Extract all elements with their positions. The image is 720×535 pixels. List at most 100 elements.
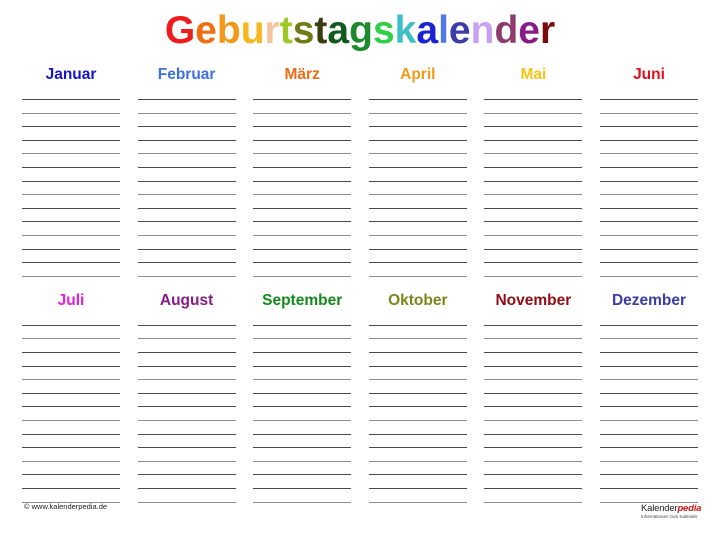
birthday-entry-line[interactable]: [600, 180, 698, 182]
birthday-entry-line[interactable]: [22, 194, 120, 196]
birthday-entry-line[interactable]: [368, 262, 467, 264]
birthday-entry-line[interactable]: [22, 351, 120, 353]
birthday-entry-line[interactable]: [368, 139, 467, 141]
birthday-entry-line[interactable]: [137, 365, 236, 367]
birthday-entry-line[interactable]: [368, 221, 467, 223]
birthday-entry-line[interactable]: [22, 248, 120, 250]
birthday-entry-line[interactable]: [137, 126, 236, 128]
birthday-entry-line[interactable]: [484, 324, 583, 326]
birthday-entry-line[interactable]: [368, 180, 467, 182]
birthday-entry-line[interactable]: [600, 248, 698, 250]
birthday-entry-line[interactable]: [22, 379, 120, 381]
birthday-entry-line[interactable]: [137, 167, 236, 168]
birthday-entry-line[interactable]: [137, 248, 236, 250]
birthday-entry-line[interactable]: [600, 419, 698, 421]
birthday-entry-line[interactable]: [253, 262, 352, 264]
birthday-entry-line[interactable]: [137, 351, 236, 353]
birthday-entry-line[interactable]: [253, 406, 352, 408]
birthday-entry-line[interactable]: [137, 262, 236, 264]
birthday-entry-line[interactable]: [600, 324, 698, 326]
birthday-entry-line[interactable]: [484, 501, 583, 503]
birthday-entry-line[interactable]: [484, 99, 583, 100]
birthday-entry-line[interactable]: [137, 324, 236, 326]
birthday-entry-line[interactable]: [137, 460, 236, 462]
birthday-entry-line[interactable]: [368, 379, 467, 381]
birthday-entry-line[interactable]: [368, 235, 467, 236]
birthday-entry-line[interactable]: [484, 194, 583, 196]
birthday-entry-line[interactable]: [137, 139, 236, 141]
birthday-entry-line[interactable]: [368, 338, 467, 340]
birthday-entry-line[interactable]: [600, 139, 698, 141]
birthday-entry-line[interactable]: [137, 194, 236, 196]
birthday-entry-line[interactable]: [253, 433, 352, 435]
birthday-entry-line[interactable]: [368, 433, 467, 435]
birthday-entry-line[interactable]: [484, 248, 583, 250]
birthday-entry-line[interactable]: [600, 460, 698, 462]
birthday-entry-line[interactable]: [22, 235, 120, 236]
birthday-entry-line[interactable]: [137, 433, 236, 435]
birthday-entry-line[interactable]: [600, 351, 698, 353]
birthday-entry-line[interactable]: [600, 262, 698, 264]
birthday-entry-line[interactable]: [253, 351, 352, 353]
birthday-entry-line[interactable]: [253, 153, 352, 155]
birthday-entry-line[interactable]: [22, 180, 120, 182]
birthday-entry-line[interactable]: [484, 365, 583, 367]
birthday-entry-line[interactable]: [22, 365, 120, 367]
birthday-entry-line[interactable]: [484, 474, 583, 476]
birthday-entry-line[interactable]: [368, 194, 467, 196]
birthday-entry-line[interactable]: [368, 460, 467, 462]
birthday-entry-line[interactable]: [368, 406, 467, 408]
birthday-entry-line[interactable]: [253, 167, 352, 168]
birthday-entry-line[interactable]: [253, 235, 352, 236]
birthday-entry-line[interactable]: [368, 207, 467, 209]
birthday-entry-line[interactable]: [484, 379, 583, 381]
birthday-entry-line[interactable]: [600, 392, 698, 394]
birthday-entry-line[interactable]: [484, 447, 583, 449]
birthday-entry-line[interactable]: [22, 275, 120, 277]
birthday-entry-line[interactable]: [137, 112, 236, 114]
birthday-entry-line[interactable]: [484, 262, 583, 264]
birthday-entry-line[interactable]: [484, 207, 583, 209]
birthday-entry-line[interactable]: [600, 379, 698, 381]
birthday-entry-line[interactable]: [253, 126, 352, 128]
birthday-entry-line[interactable]: [253, 207, 352, 209]
birthday-entry-line[interactable]: [600, 194, 698, 196]
birthday-entry-line[interactable]: [137, 392, 236, 394]
birthday-entry-line[interactable]: [253, 248, 352, 250]
birthday-entry-line[interactable]: [22, 167, 120, 168]
birthday-entry-line[interactable]: [22, 460, 120, 462]
birthday-entry-line[interactable]: [368, 248, 467, 250]
birthday-entry-line[interactable]: [484, 180, 583, 182]
birthday-entry-line[interactable]: [368, 419, 467, 421]
birthday-entry-line[interactable]: [484, 419, 583, 421]
birthday-entry-line[interactable]: [137, 207, 236, 209]
birthday-entry-line[interactable]: [368, 324, 467, 326]
birthday-entry-line[interactable]: [484, 235, 583, 236]
birthday-entry-line[interactable]: [22, 112, 120, 114]
birthday-entry-line[interactable]: [253, 487, 352, 489]
birthday-entry-line[interactable]: [253, 338, 352, 340]
birthday-entry-line[interactable]: [137, 406, 236, 408]
birthday-entry-line[interactable]: [137, 379, 236, 381]
birthday-entry-line[interactable]: [253, 194, 352, 196]
birthday-entry-line[interactable]: [484, 392, 583, 394]
birthday-entry-line[interactable]: [484, 153, 583, 155]
birthday-entry-line[interactable]: [600, 275, 698, 277]
birthday-entry-line[interactable]: [22, 99, 120, 100]
birthday-entry-line[interactable]: [137, 338, 236, 340]
birthday-entry-line[interactable]: [22, 207, 120, 209]
birthday-entry-line[interactable]: [253, 419, 352, 421]
birthday-entry-line[interactable]: [600, 207, 698, 209]
birthday-entry-line[interactable]: [22, 474, 120, 476]
birthday-entry-line[interactable]: [600, 235, 698, 236]
birthday-entry-line[interactable]: [368, 351, 467, 353]
birthday-entry-line[interactable]: [484, 433, 583, 435]
birthday-entry-line[interactable]: [253, 275, 352, 277]
birthday-entry-line[interactable]: [22, 433, 120, 435]
birthday-entry-line[interactable]: [368, 392, 467, 394]
birthday-entry-line[interactable]: [22, 262, 120, 264]
birthday-entry-line[interactable]: [22, 447, 120, 449]
birthday-entry-line[interactable]: [600, 474, 698, 476]
birthday-entry-line[interactable]: [484, 112, 583, 114]
birthday-entry-line[interactable]: [253, 139, 352, 141]
